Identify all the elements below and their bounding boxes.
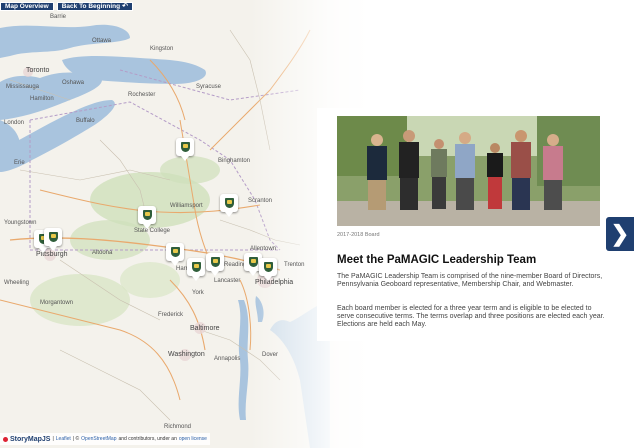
city-label: Hamilton xyxy=(30,96,54,102)
city-label: London xyxy=(4,120,25,126)
city-label: Wheeling xyxy=(4,280,30,286)
city-label: Altoona xyxy=(92,250,113,256)
open-license-link[interactable]: open license xyxy=(179,436,207,442)
back-to-beginning-label: Back To Beginning xyxy=(61,3,121,10)
city-label: Reading xyxy=(224,262,247,268)
chevron-right-icon: ❯ xyxy=(610,221,630,246)
map-marker[interactable] xyxy=(206,253,224,276)
next-slide-button[interactable]: ❯ xyxy=(605,216,634,252)
city-label: Oshawa xyxy=(62,80,85,86)
city-label: Mississauga xyxy=(6,84,40,90)
footer-separator: | xyxy=(52,436,54,442)
city-label: Erie xyxy=(14,160,25,166)
slide-content-panel: 2017-2018 Board Meet the PaMAGIC Leaders… xyxy=(317,108,634,341)
map-marker[interactable] xyxy=(138,206,156,229)
map-overview-label: Map Overview xyxy=(5,3,49,10)
map-overview-button[interactable]: Map Overview xyxy=(0,2,54,11)
city-label: Barrie xyxy=(50,14,67,20)
city-label: Scranton xyxy=(248,198,273,204)
storymapjs-link[interactable]: StoryMapJS xyxy=(10,436,50,443)
pamagic-shield-icon xyxy=(48,232,58,242)
city-label: Philadelphia xyxy=(255,279,294,286)
city-label: York xyxy=(192,290,204,296)
return-arrow-icon: ↶ xyxy=(122,3,128,10)
leaflet-link[interactable]: Leaflet xyxy=(56,436,71,442)
slide-paragraph: Each board member is elected for a three… xyxy=(337,305,605,328)
pamagic-shield-icon xyxy=(142,210,152,220)
attribution-footer: StoryMapJS | Leaflet | © OpenStreetMap a… xyxy=(0,433,210,445)
pamagic-shield-icon xyxy=(210,257,220,267)
city-label: Buffalo xyxy=(76,118,95,124)
pamagic-shield-icon xyxy=(191,262,201,272)
city-label: Williamsport xyxy=(170,203,203,209)
photo-caption: 2017-2018 Board xyxy=(337,232,380,238)
city-label: Baltimore xyxy=(190,325,220,332)
city-label: Lancaster xyxy=(214,278,241,284)
slide-heading: Meet the PaMAGIC Leadership Team xyxy=(337,254,537,266)
map-marker[interactable] xyxy=(44,228,62,251)
footer-separator: | © xyxy=(72,436,80,442)
pamagic-shield-icon xyxy=(180,142,190,152)
city-label: Richmond xyxy=(164,424,192,430)
city-label: Toronto xyxy=(26,67,50,74)
back-to-beginning-button[interactable]: Back To Beginning ↶ xyxy=(56,2,133,11)
city-label: Kingston xyxy=(150,46,174,52)
map-marker[interactable] xyxy=(187,258,205,281)
city-label: Morgantown xyxy=(40,300,74,306)
map-marker[interactable] xyxy=(259,258,277,281)
footer-text: and contributors, under an xyxy=(118,436,177,442)
openstreetmap-link[interactable]: OpenStreetMap xyxy=(81,436,116,442)
map-marker[interactable] xyxy=(166,243,184,266)
city-label: Ottawa xyxy=(92,38,112,44)
city-label: Dover xyxy=(262,352,279,358)
board-photo xyxy=(337,116,600,226)
map-marker[interactable] xyxy=(220,194,238,217)
city-label: Allentown xyxy=(250,246,277,252)
city-label: Washington xyxy=(168,351,205,358)
city-label: State College xyxy=(134,228,171,234)
city-label: Trenton xyxy=(284,262,305,268)
pamagic-shield-icon xyxy=(224,198,234,208)
city-label: Binghamton xyxy=(218,158,251,164)
map-marker[interactable] xyxy=(176,138,194,161)
city-label: Youngstown xyxy=(4,220,37,226)
pamagic-shield-icon xyxy=(248,257,258,267)
pamagic-shield-icon xyxy=(170,247,180,257)
top-toolbar: Map Overview Back To Beginning ↶ xyxy=(0,2,133,11)
slide-paragraph: The PaMAGIC Leadership Team is comprised… xyxy=(337,273,603,288)
city-label: Syracuse xyxy=(196,84,222,90)
pamagic-shield-icon xyxy=(263,262,273,272)
storymap-logo-icon xyxy=(3,436,8,442)
city-label: Rochester xyxy=(128,92,156,98)
city-label: Annapolis xyxy=(214,356,241,362)
city-label: Frederick xyxy=(158,312,184,318)
